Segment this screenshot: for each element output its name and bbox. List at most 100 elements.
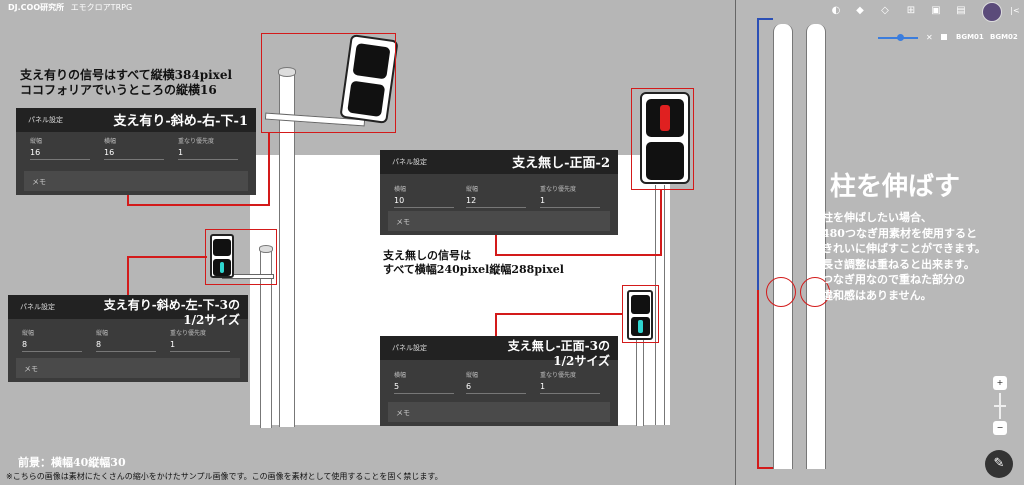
layers-icon[interactable]: ◆: [854, 5, 866, 17]
width-field[interactable]: 縦幅 12: [466, 184, 526, 208]
description-line: 柱を伸ばしたい場合、: [822, 211, 932, 224]
overlap-circle-left: [766, 277, 796, 307]
order-value[interactable]: 1: [178, 148, 238, 160]
bgm-1[interactable]: BGM01: [956, 33, 984, 41]
height-value[interactable]: 16: [30, 148, 90, 160]
width-value[interactable]: 8: [96, 340, 156, 352]
height-value[interactable]: 10: [394, 196, 454, 208]
highlight-box-unsupported: [631, 88, 694, 190]
panel-settings-3[interactable]: パネル設定 支え有り-斜め-左-下-3の 1/2サイズ 縦幅 8 縦幅 8 重なり優…: [8, 295, 248, 382]
edit-button[interactable]: ✎: [985, 450, 1013, 478]
foreground-size-label: 前景：横幅40縦幅30: [18, 456, 126, 469]
panel-title: 支え有り-斜め-左-下-3の 1/2サイズ: [104, 298, 240, 328]
connector-line: [127, 256, 129, 296]
palette-icon[interactable]: ◐: [830, 5, 842, 17]
image-icon[interactable]: ▤: [955, 5, 967, 17]
width-value[interactable]: 12: [466, 196, 526, 208]
extend-pole-description: 柱を伸ばしたい場合、 480つなぎ用素材を使用すると きれいに伸ばすことができま…: [822, 210, 986, 303]
order-field[interactable]: 重なり優先度 1: [540, 370, 600, 394]
height-value[interactable]: 8: [22, 340, 82, 352]
note-unsupported: 支え無しの信号は すべて横幅240pixel縦幅288pixel: [383, 249, 564, 277]
order-value[interactable]: 1: [170, 340, 230, 352]
description-line: 長さ調整は重ねると出来ます。: [822, 257, 975, 271]
highlight-box-supported: [261, 33, 396, 133]
width-value[interactable]: 16: [104, 148, 164, 160]
brand-name: DJ.COO研究所: [8, 3, 65, 12]
order-label: 重なり優先度: [540, 372, 577, 379]
note-supported-line2: ココフォリアでいうところの縦横16: [20, 83, 217, 97]
width-label: 縦幅: [466, 186, 479, 193]
width-value[interactable]: 6: [466, 382, 526, 394]
height-field[interactable]: 縦幅 16: [30, 136, 90, 160]
connector-line: [495, 313, 497, 337]
height-label: 縦幅: [22, 330, 35, 337]
stop-icon[interactable]: [941, 34, 947, 40]
extension-outline-red: [757, 290, 773, 469]
panel-header-label: パネル設定: [20, 303, 55, 311]
height-field[interactable]: 横幅 5: [394, 370, 454, 394]
width-label: 縦幅: [466, 372, 479, 379]
width-field[interactable]: 縦幅 8: [96, 328, 156, 352]
description-line: つなぎ用なので重ねた部分の: [822, 273, 965, 286]
extension-outline-blue: [757, 18, 773, 290]
width-field[interactable]: 縦幅 6: [466, 370, 526, 394]
order-value[interactable]: 1: [540, 196, 600, 208]
panel-title-line2: 1/2サイズ: [553, 354, 610, 368]
panel-title: 支え無し-正面-3の 1/2サイズ: [508, 339, 610, 369]
panel-settings-4[interactable]: パネル設定 支え無し-正面-3の 1/2サイズ 横幅 5 縦幅 6 重なり優先度 1 …: [380, 336, 618, 426]
height-field[interactable]: 縦幅 8: [22, 328, 82, 352]
connector-line: [127, 204, 270, 206]
height-label: 横幅: [394, 186, 407, 193]
zoom-in-button[interactable]: +: [993, 376, 1007, 390]
pencil-icon: ✎: [993, 456, 1005, 471]
avatar[interactable]: [982, 2, 1002, 22]
panel-header: パネル設定 支え無し-正面-2: [380, 150, 618, 174]
bgm-2[interactable]: BGM02: [990, 33, 1018, 41]
extend-pole-heading: 柱を伸ばす: [830, 172, 961, 202]
note-supported-line1: 支え有りの信号はすべて縦横384pixel: [20, 68, 233, 82]
order-field[interactable]: 重なり優先度 1: [540, 184, 600, 208]
note-unsupported-line1: 支え無しの信号は: [383, 249, 471, 262]
room-title: DJ.COO研究所 エモクロアTRPG: [8, 2, 132, 13]
mute-icon[interactable]: ✕: [926, 33, 933, 42]
connector-line: [127, 256, 207, 258]
collapse-icon[interactable]: |<: [1009, 5, 1021, 17]
note-unsupported-line2: すべて横幅240pixel縦幅288pixel: [383, 262, 564, 276]
width-field[interactable]: 横幅 16: [104, 136, 164, 160]
panel-title-line1: 支え有り-斜め-左-下-3の: [103, 298, 240, 312]
memo-field[interactable]: メモ: [16, 358, 240, 378]
zoom-out-button[interactable]: −: [993, 421, 1007, 435]
height-label: 横幅: [394, 372, 407, 379]
disclaimer-text: ※こちらの画像は素材にたくさんの縮小をかけたサンプル画像です。この画像を素材とし…: [6, 472, 443, 481]
panel-settings-2[interactable]: パネル設定 支え無し-正面-2 横幅 10 縦幅 12 重なり優先度 1 メモ: [380, 150, 618, 235]
description-line: きれいに伸ばすことができます。: [822, 242, 986, 255]
memo-field[interactable]: メモ: [388, 211, 610, 231]
panel-header: パネル設定 支え有り-斜め-右-下-1: [16, 108, 256, 132]
memo-field[interactable]: メモ: [388, 402, 610, 422]
description-line: 480つなぎ用素材を使用すると: [822, 226, 977, 240]
note-supported: 支え有りの信号はすべて縦横384pixel ココフォリアでいうところの縦横16: [20, 68, 232, 98]
description-line: 違和感はありません。: [822, 288, 932, 302]
order-value[interactable]: 1: [540, 382, 600, 394]
order-label: 重なり優先度: [170, 330, 207, 337]
height-field[interactable]: 横幅 10: [394, 184, 454, 208]
height-value[interactable]: 5: [394, 382, 454, 394]
pole-unsupported-small: [636, 340, 644, 426]
volume-slider-thumb[interactable]: [897, 34, 904, 41]
panel-header-label: パネル設定: [392, 344, 427, 352]
width-label: 横幅: [104, 138, 117, 145]
order-label: 重なり優先度: [540, 186, 577, 193]
panel-settings-1[interactable]: パネル設定 支え有り-斜め-右-下-1 縦幅 16 横幅 16 重なり優先度 1 メモ: [16, 108, 256, 195]
pole-extension-left: [773, 24, 793, 469]
screen-icon[interactable]: ▣: [930, 5, 942, 17]
height-label: 縦幅: [30, 138, 43, 145]
zoom-slider-thumb[interactable]: [994, 405, 1006, 407]
order-field[interactable]: 重なり優先度 1: [178, 136, 238, 160]
add-box-icon[interactable]: ⊞: [905, 5, 917, 17]
layers-outline-icon[interactable]: ◇: [879, 5, 891, 17]
memo-field[interactable]: メモ: [24, 171, 248, 191]
connector-line: [660, 190, 662, 256]
room-name: エモクロアTRPG: [70, 3, 133, 12]
panel-title: 支え無し-正面-2: [512, 156, 610, 171]
order-field[interactable]: 重なり優先度 1: [170, 328, 230, 352]
